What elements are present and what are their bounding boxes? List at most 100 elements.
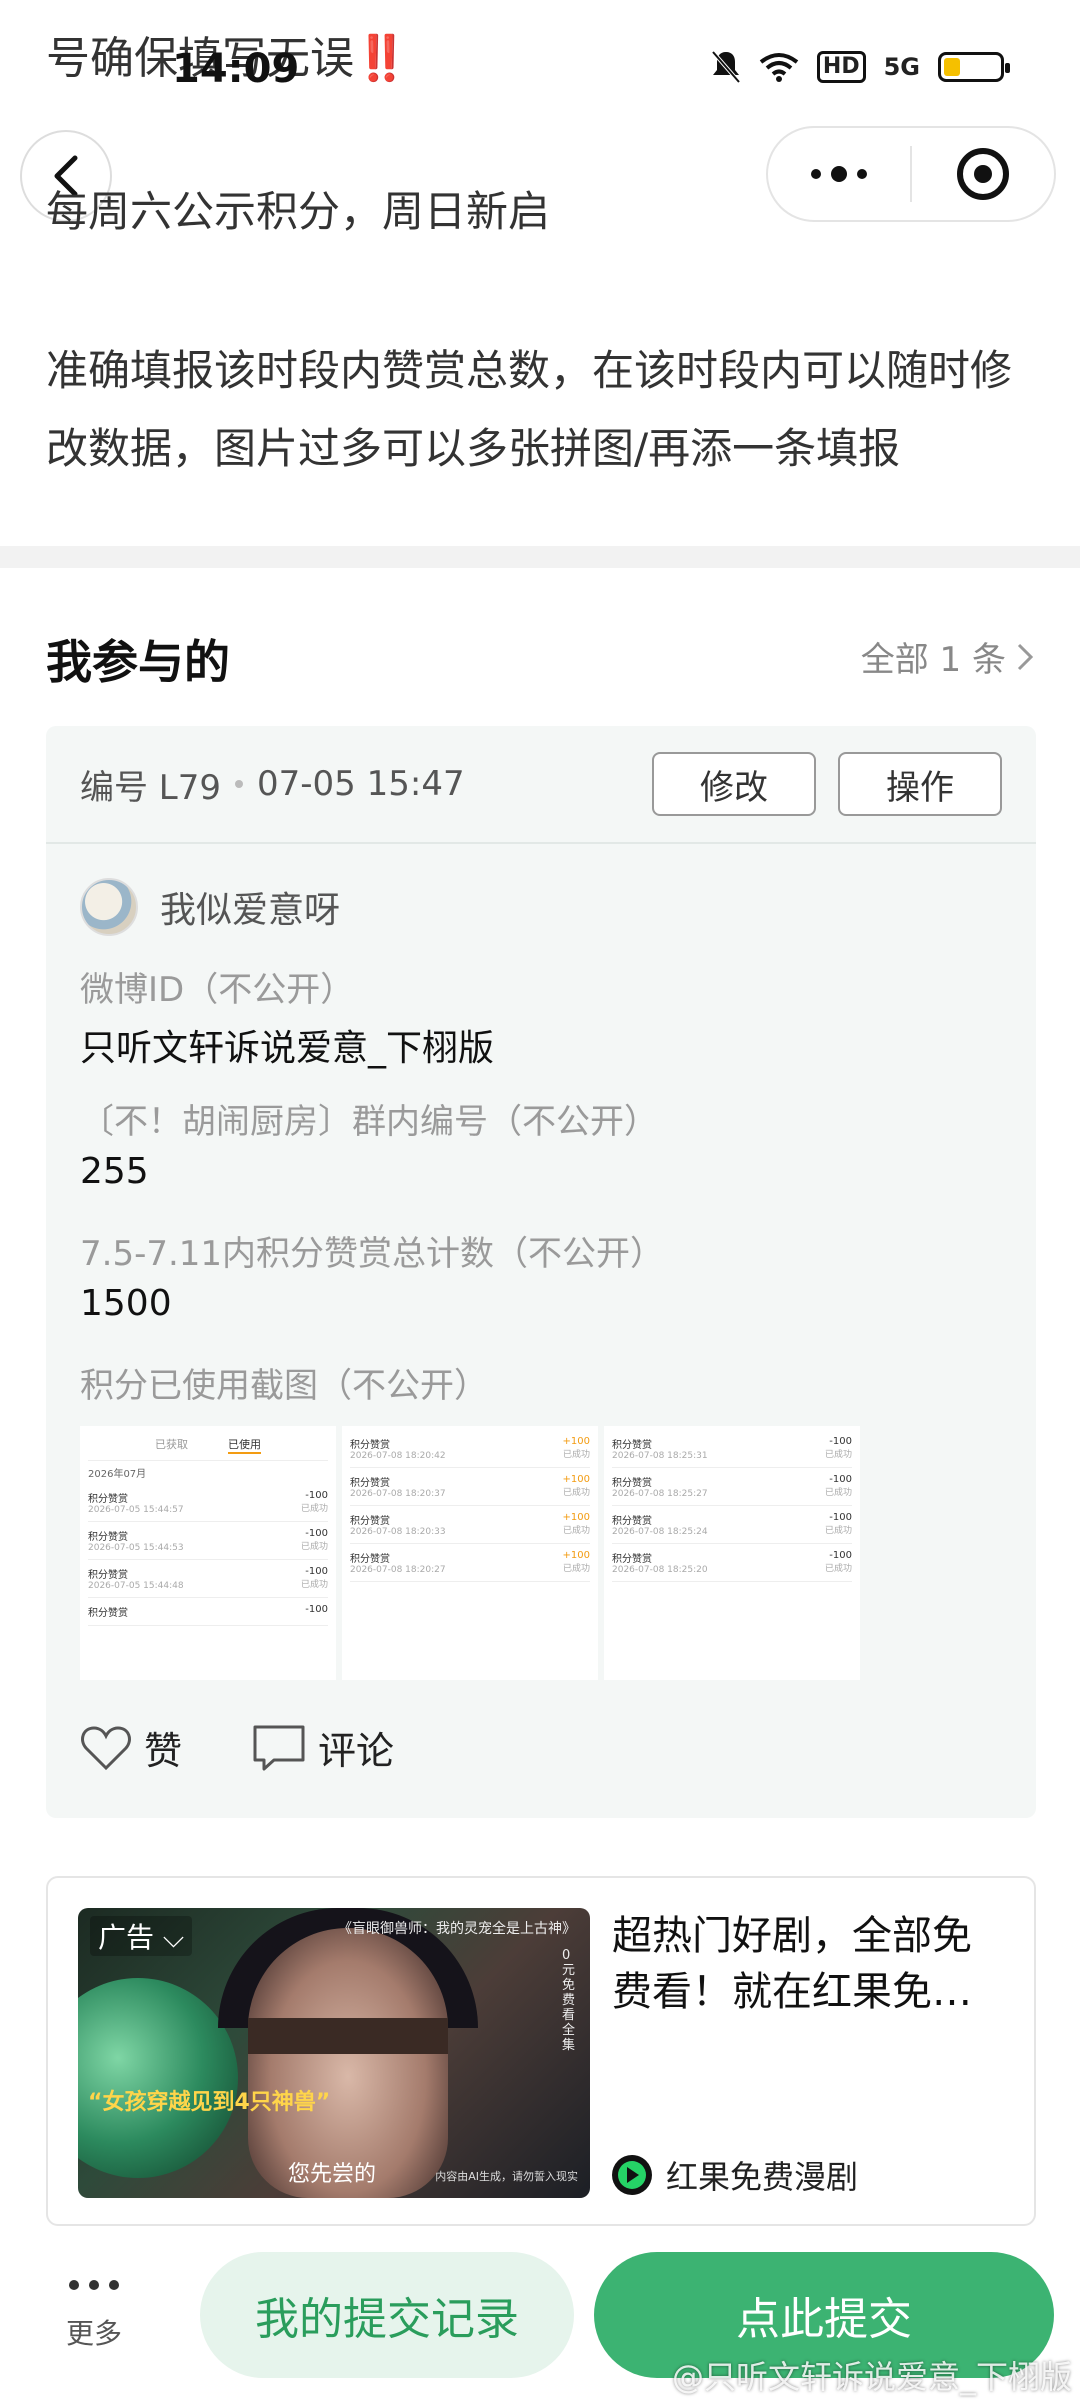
ad-tag-label: 广告 [98, 1921, 155, 1954]
record-amount: +100 [562, 1436, 590, 1447]
ad-brand-name: 红果免费漫剧 [666, 2158, 859, 2196]
record-status: 已成功 [300, 1580, 328, 1590]
record-status: 已成功 [824, 1488, 852, 1498]
field-label: 微博ID（不公开） [80, 970, 355, 1010]
submission-number: 编号 L79 [80, 767, 222, 808]
separator-dot [235, 780, 244, 788]
record-status: 已成功 [562, 1488, 590, 1498]
more-dots-icon [46, 2280, 142, 2290]
miniprogram-capsule [766, 126, 1056, 222]
field-label: 7.5-7.11内积分赞赏总计数（不公开） [80, 1234, 665, 1274]
record-time: 2026-07-08 18:25:27 [612, 1489, 708, 1499]
field-label: 〔不！胡闹厨房〕群内编号（不公开） [80, 1102, 658, 1142]
edit-button[interactable]: 修改 [652, 752, 816, 816]
record-time: 2026-07-08 18:20:33 [350, 1527, 446, 1537]
warning-icon: ‼️ [354, 33, 409, 84]
record-time: 2026-07-08 18:20:42 [350, 1451, 446, 1461]
screenshot-record-row: 积分赞赏 2026-07-08 18:20:42 +100 已成功 [350, 1430, 590, 1468]
mute-bell-icon [711, 50, 741, 84]
status-bar: 号确保填写无误‼️ 14:09 HD 5G [0, 0, 1080, 120]
screenshot-tabs: 已获取 已使用 [88, 1430, 328, 1461]
screenshot-record-row: 积分赞赏 2026-07-05 15:44:48 -100 已成功 [88, 1560, 328, 1598]
screenshot-record-row: 积分赞赏 -100 [88, 1598, 328, 1626]
close-miniprogram-button[interactable] [912, 128, 1054, 220]
like-button[interactable]: 赞 [80, 1720, 182, 1775]
avatar[interactable] [80, 878, 138, 936]
more-menu-button[interactable] [768, 128, 910, 220]
record-amount: -100 [829, 1436, 852, 1447]
screenshot-record-row: 积分赞赏 2026-07-08 18:20:33 +100 已成功 [350, 1506, 590, 1544]
more-button[interactable]: 更多 [46, 2280, 142, 2352]
screenshot-tab-used: 已使用 [228, 1436, 261, 1454]
ad-image[interactable]: 广告 ⌵ 《盲眼御兽师：我的灵宠全是上古神》 0元免费看全集 “女孩穿越见到4只… [78, 1908, 590, 2198]
card-actions: 赞 评论 [80, 1720, 394, 1775]
record-time: 2026-07-05 15:44:53 [88, 1543, 184, 1553]
comment-button[interactable]: 评论 [252, 1720, 394, 1775]
submission-time: 07-05 15:47 [257, 764, 465, 804]
ad-tag[interactable]: 广告 ⌵ [90, 1916, 193, 1956]
record-title: 积分赞赏 [612, 1440, 652, 1451]
ad-card[interactable]: 广告 ⌵ 《盲眼御兽师：我的灵宠全是上古神》 0元免费看全集 “女孩穿越见到4只… [46, 1876, 1036, 2226]
battery-fill [944, 58, 960, 76]
status-time: 14:09 [172, 46, 300, 92]
see-all-label: 全部 1 条 [860, 640, 1006, 680]
record-title: 积分赞赏 [350, 1440, 390, 1451]
screenshot-record-row: 积分赞赏 2026-07-08 18:20:37 +100 已成功 [350, 1468, 590, 1506]
submission-meta: 编号 L79 07-05 15:47 [80, 760, 465, 809]
more-label: 更多 [65, 2317, 122, 2350]
operate-button[interactable]: 操作 [838, 752, 1002, 816]
more-dots-icon [811, 166, 867, 182]
notice-line-2: 准确填报该时段内赞赏总数，在该时段内可以随时修改数据，图片过多可以多张拼图/再添… [46, 346, 1013, 473]
screenshot-rows: 积分赞赏 2026-07-05 15:44:57 -100 已成功 积分赞赏 2026-0… [88, 1484, 328, 1626]
submission-card-header: 编号 L79 07-05 15:47 修改 操作 [46, 726, 1036, 844]
field-value: 1500 [80, 1283, 172, 1324]
my-records-button[interactable]: 我的提交记录 [200, 2252, 574, 2378]
record-time: 2026-07-05 15:44:48 [88, 1581, 184, 1591]
record-title: 积分赞赏 [350, 1478, 390, 1489]
record-amount: -100 [305, 1566, 328, 1577]
screenshot-month: 2026年07月 [88, 1469, 147, 1480]
like-label: 赞 [144, 1729, 183, 1773]
user-name: 我似爱意呀 [160, 890, 341, 931]
ad-caption-disclaimer: 内容由AI生成，请勿誓入现实 [435, 2170, 578, 2183]
status-icons: HD 5G [711, 50, 1010, 84]
chevron-right-icon [1017, 643, 1034, 670]
screenshot-thumb-1[interactable]: 已获取 已使用 2026年07月 积分赞赏 2026-07-05 15:44:57… [80, 1426, 336, 1680]
record-amount: -100 [305, 1490, 328, 1501]
record-amount: -100 [829, 1550, 852, 1561]
record-status: 已成功 [562, 1526, 590, 1536]
screenshot-record-row: 积分赞赏 2026-07-08 18:25:27 -100 已成功 [612, 1468, 852, 1506]
see-all-link[interactable]: 全部 1 条 [861, 632, 1034, 681]
screenshot-gallery: 已获取 已使用 2026年07月 积分赞赏 2026-07-05 15:44:57… [80, 1426, 860, 1680]
ad-brand[interactable]: 红果免费漫剧 [612, 2152, 858, 2198]
record-title: 积分赞赏 [88, 1494, 128, 1505]
network-signal-icon: 5G [883, 53, 920, 81]
record-title: 积分赞赏 [350, 1554, 390, 1565]
ad-caption-subtitle: 您先尝的 [288, 2162, 377, 2187]
screenshot-thumb-3[interactable]: 积分赞赏 2026-07-08 18:25:31 -100 已成功 积分赞赏 2026-0… [604, 1426, 860, 1680]
screenshot-record-row: 积分赞赏 2026-07-08 18:25:31 -100 已成功 [612, 1430, 852, 1468]
record-title: 积分赞赏 [612, 1516, 652, 1527]
screenshot-thumb-2[interactable]: 积分赞赏 2026-07-08 18:20:42 +100 已成功 积分赞赏 2026-0… [342, 1426, 598, 1680]
record-title: 积分赞赏 [350, 1516, 390, 1527]
record-time: 2026-07-08 18:25:24 [612, 1527, 708, 1537]
record-status: 已成功 [562, 1564, 590, 1574]
field-weibo-id: 微博ID（不公开） 只听文轩诉说爱意_下栩版 [80, 962, 494, 1071]
record-time: 2026-07-05 15:44:57 [88, 1505, 184, 1515]
field-points-total: 7.5-7.11内积分赞赏总计数（不公开） 1500 [80, 1226, 664, 1324]
hd-badge: HD [816, 51, 866, 83]
record-amount: -100 [829, 1512, 852, 1523]
screenshot-tab-obtained: 已获取 [155, 1438, 188, 1451]
field-screenshots: 积分已使用截图（不公开） [80, 1358, 488, 1407]
ad-orb-shape [78, 1978, 238, 2178]
screenshot-rows: 积分赞赏 2026-07-08 18:25:31 -100 已成功 积分赞赏 2026-0… [612, 1430, 852, 1582]
field-value: 255 [80, 1151, 149, 1192]
record-amount: +100 [562, 1512, 590, 1523]
record-amount: -100 [829, 1474, 852, 1485]
ad-caption-quote: “女孩穿越见到4只神兽” [88, 2090, 331, 2115]
ad-title[interactable]: 超热门好剧，全部免费看！就在红果免… [612, 1908, 1008, 2020]
record-status: 已成功 [300, 1504, 328, 1514]
field-label: 积分已使用截图（不公开） [80, 1366, 488, 1406]
ad-caption-top: 《盲眼御兽师：我的灵宠全是上古神》 [338, 1921, 576, 1937]
target-icon [956, 148, 1009, 200]
